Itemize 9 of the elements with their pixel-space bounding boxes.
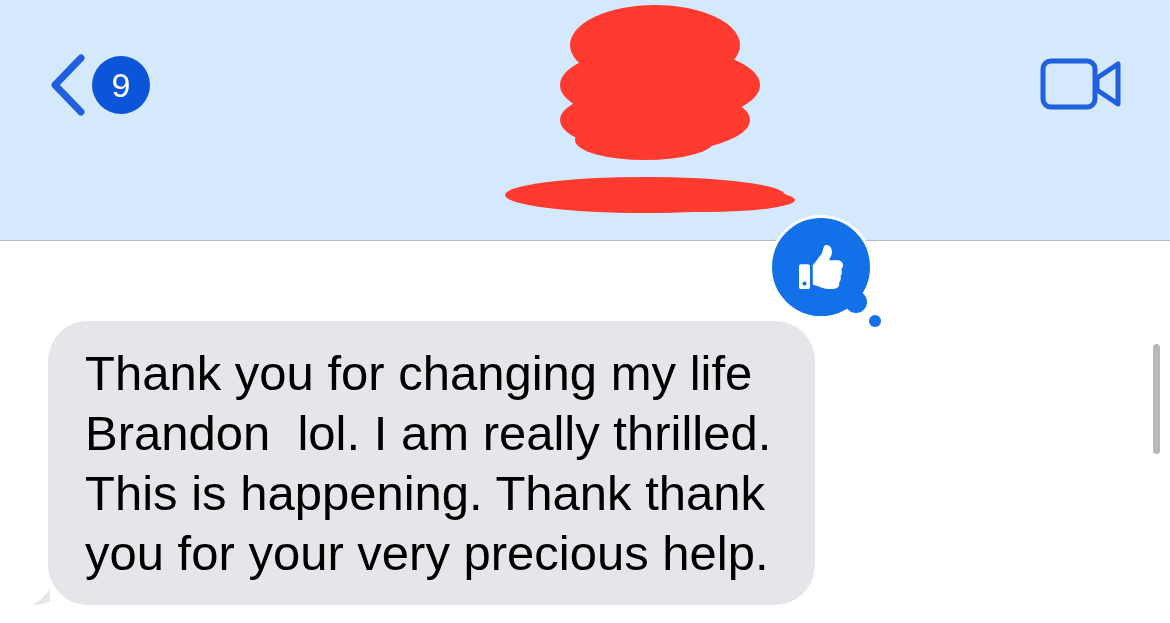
back-button[interactable]: 9	[48, 54, 150, 116]
video-call-button[interactable]	[1040, 58, 1122, 110]
video-camera-icon	[1040, 58, 1122, 110]
reaction-tail-dots-icon	[845, 291, 882, 327]
unread-count-badge: 9	[92, 56, 150, 114]
thumbs-up-icon	[799, 245, 844, 289]
bubble-tail-icon	[32, 589, 50, 605]
back-chevron-icon	[48, 54, 88, 116]
message-text: Thank you for changing my life Brandon lol. I am really thrilled. This is happening. Thank thank you for your very precious help.	[85, 345, 772, 582]
